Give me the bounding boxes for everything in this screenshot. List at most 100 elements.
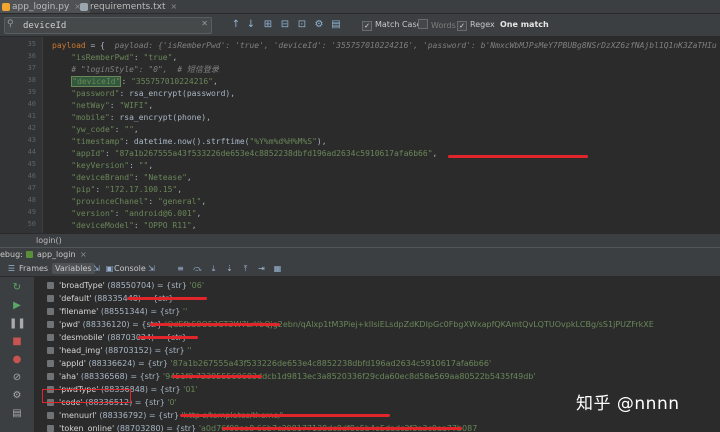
breadcrumb-item[interactable]: login() [36,234,62,247]
stop-icon[interactable]: ■ [9,335,25,349]
code-line: "version": "android@6.001", [52,208,201,220]
words-checkbox[interactable]: Words [418,19,456,31]
variable-type: {str} [159,307,181,316]
variable-name: 'desmobile' [59,333,105,342]
view-breakpoints-icon[interactable]: ● [9,353,25,367]
step-out-icon[interactable]: ⤒ [240,263,251,274]
find-all-button[interactable]: ⊞ [262,18,274,31]
code-line: "password": rsa_encrypt(password), [52,88,235,100]
close-icon[interactable]: × [80,248,87,261]
code-token: : [114,209,125,218]
pin-icon[interactable]: ⇲ [91,263,102,274]
code-line: "pip": "172.17.100.15", [52,184,182,196]
code-token: "keyVersion" [52,161,130,170]
tab-console[interactable]: Console [114,263,146,274]
redaction-mark [150,323,280,326]
variable-name: 'token_online' [59,424,115,432]
variable-type: {str} [144,398,165,407]
code-token: : [133,221,144,230]
match-case-checkbox[interactable]: ✓ Match Case [362,19,422,31]
pin-tab-icon[interactable]: ▤ [9,407,25,421]
line-number: 38 [27,76,36,84]
variable-type: {str} [175,424,197,432]
add-occurrence-button[interactable]: ⊡ [296,18,308,31]
step-into-my-code-icon[interactable]: ⇣ [224,263,235,274]
code-token: "timestamp" [52,137,125,146]
resume-icon[interactable]: ↻ [9,281,25,295]
checkbox-checked-icon: ✓ [457,21,467,31]
redaction-mark [180,414,390,417]
run-to-cursor-icon[interactable]: ⇥ [256,263,267,274]
find-previous-button[interactable]: ↑ [230,18,242,31]
variable-icon [47,295,54,302]
variable-row[interactable]: 'aha' (88336568) = {str} '9451f0 7239555… [35,370,720,383]
checkbox-checked-icon: ✓ [362,21,372,31]
search-input[interactable] [23,18,193,33]
code-editor[interactable]: 35 36 37 38 39 40 41 42 43 44 45 46 47 48 49 50 payload… [0,37,720,233]
code-token: , [201,197,207,206]
variable-value: '01' [183,385,198,394]
code-token: "true" [143,53,173,62]
step-into-icon[interactable]: ⤓ [208,263,219,274]
code-token: : [148,197,158,206]
variable-row[interactable]: 'head_img' (88703152) = {str} '' [35,344,720,357]
variable-icon [47,321,54,328]
variable-icon [47,373,54,380]
variable-row[interactable]: 'filename' (88551344) = {str} '' [35,305,720,318]
variable-value: '' [187,346,192,355]
code-token: : [121,77,132,86]
code-token: : rsa_encrypt(password), [119,89,236,98]
line-number: 47 [27,184,36,192]
variable-id: (88550704) [107,281,155,290]
tab-variables[interactable]: Variables [52,263,95,274]
watermark: 知乎 @nnnn [576,394,680,414]
tab-app-login[interactable]: app_login.py × [0,0,90,13]
resume-program-icon[interactable]: ▶ [9,299,25,313]
regex-checkbox[interactable]: ✓ Regex [457,19,495,31]
ide-window: app_login.py× requirements.txt× ⚲ ✕ ↑ ↓ … [0,0,720,432]
pin-icon[interactable]: ⇲ [146,263,157,274]
settings-icon[interactable]: ⚙ [9,389,25,403]
variable-id: (88703280) [116,424,164,432]
mute-breakpoints-icon[interactable]: ⊘ [9,371,25,385]
filter-icon[interactable]: ⚙ [313,18,325,31]
code-line: # "loginStyle": "0", # 短信登录 [52,64,219,76]
step-over-icon[interactable]: ⤼ [192,263,203,274]
clear-icon[interactable]: ✕ [201,19,208,28]
select-all-occurrences-button[interactable]: ⊟ [279,18,291,31]
line-number: 48 [27,196,36,204]
variable-type: {str} [147,359,168,368]
debug-toolbar: ☰ Frames Variables ⇲ ▣ Console ⇲ ≡ ⤼ ⤓ ⇣… [0,261,720,277]
variable-type: {str} [163,346,185,355]
variable-icon [47,308,54,315]
find-bar: ⚲ ✕ ↑ ↓ ⊞ ⊟ ⊡ ⚙ ▤ ✓Match Case Words ✓Reg… [0,14,720,37]
variable-row[interactable]: 'pwd' (88336120) = {str} 'QdEfbS8O53CT3W… [35,318,720,331]
redaction-mark [172,375,262,378]
variable-row[interactable]: 'broadType' (88550704) = {str} '06' [35,279,720,292]
variable-icon [47,412,54,419]
code-token: , [432,149,438,158]
code-token: "OPPO R11" [143,221,192,230]
tab-frames[interactable]: Frames [19,263,48,274]
line-number: 36 [27,52,36,60]
code-token: : [129,161,139,170]
close-icon[interactable]: × [170,2,177,11]
evaluate-icon[interactable]: ▦ [272,263,283,274]
line-number: 40 [27,100,36,108]
code-token: : [114,125,125,134]
code-token: , [191,221,197,230]
search-icon: ⚲ [7,19,14,29]
pause-icon[interactable]: ❚❚ [9,317,26,331]
variable-type: {str} [159,385,181,394]
variable-row[interactable]: 'appId' (88336624) = {str} '87a1b267555a… [35,357,720,370]
tab-requirements[interactable]: requirements.txt × [78,0,177,13]
variable-name: 'head_img' [59,346,103,355]
show-execution-point-icon[interactable]: ≡ [175,263,186,274]
variable-type: {str} [166,281,187,290]
multiline-button[interactable]: ▤ [330,18,342,31]
debug-config-tab[interactable]: app_login [37,248,76,261]
code-token: "172.17.100.15" [105,185,178,194]
variable-id: (88336120) [82,320,130,329]
find-next-button[interactable]: ↓ [245,18,257,31]
code-token: "pip" [52,185,96,194]
